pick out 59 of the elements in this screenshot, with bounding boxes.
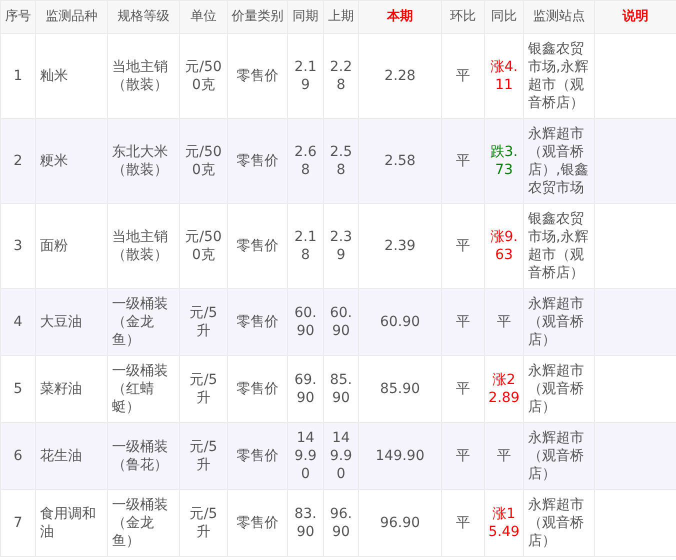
column-header: 序号 bbox=[0, 0, 36, 34]
table-cell: 83.90 bbox=[288, 490, 324, 556]
table-cell: 3 bbox=[0, 204, 36, 288]
table-cell: 跌3.73 bbox=[484, 118, 524, 204]
column-header: 价量类别 bbox=[228, 0, 288, 34]
table-cell: 涨15.49 bbox=[484, 490, 524, 556]
table-cell: 96.90 bbox=[358, 490, 442, 556]
column-header: 上期 bbox=[324, 0, 358, 34]
table-cell: 2.58 bbox=[324, 118, 358, 204]
table-cell: 花生油 bbox=[36, 422, 108, 490]
table-cell: 食用调和油 bbox=[36, 490, 108, 556]
table-cell: 平 bbox=[442, 422, 484, 490]
table-cell: 元/5升 bbox=[180, 490, 228, 556]
column-header: 本期 bbox=[358, 0, 442, 34]
table-cell: 1 bbox=[0, 34, 36, 118]
table-cell: 96.90 bbox=[324, 490, 358, 556]
column-header: 同比 bbox=[484, 0, 524, 34]
table-cell: 149.90 bbox=[324, 422, 358, 490]
table-cell: 149.90 bbox=[358, 422, 442, 490]
table-cell: 4 bbox=[0, 288, 36, 356]
table-cell: 60.90 bbox=[358, 288, 442, 356]
column-header: 规格等级 bbox=[108, 0, 180, 34]
column-header: 环比 bbox=[442, 0, 484, 34]
table-cell: 平 bbox=[442, 118, 484, 204]
table-cell: 零售价 bbox=[228, 422, 288, 490]
table-cell: 平 bbox=[484, 422, 524, 490]
table-cell: 零售价 bbox=[228, 288, 288, 356]
column-header: 监测站点 bbox=[524, 0, 594, 34]
column-header: 单位 bbox=[180, 0, 228, 34]
table-cell: 5 bbox=[0, 356, 36, 422]
table-cell: 大豆油 bbox=[36, 288, 108, 356]
table-cell: 60.90 bbox=[288, 288, 324, 356]
table-cell: 永辉超市（观音桥店）,银鑫农贸市场 bbox=[524, 118, 594, 204]
table-cell: 永辉超市（观音桥店） bbox=[524, 288, 594, 356]
table-cell: 一级桶装（鲁花） bbox=[108, 422, 180, 490]
table-cell: 零售价 bbox=[228, 118, 288, 204]
column-header: 同期 bbox=[288, 0, 324, 34]
table-cell: 平 bbox=[442, 490, 484, 556]
table-cell: 2.68 bbox=[288, 118, 324, 204]
column-header: 监测品种 bbox=[36, 0, 108, 34]
table-cell: 元/500克 bbox=[180, 118, 228, 204]
table-cell: 平 bbox=[484, 288, 524, 356]
table-cell: 元/5升 bbox=[180, 288, 228, 356]
table-cell: 平 bbox=[442, 288, 484, 356]
table-cell: 元/5升 bbox=[180, 422, 228, 490]
table-cell: 粳米 bbox=[36, 118, 108, 204]
table-cell: 东北大米（散装） bbox=[108, 118, 180, 204]
table-cell: 6 bbox=[0, 422, 36, 490]
table-cell: 永辉超市（观音桥店） bbox=[524, 490, 594, 556]
table-cell: 149.90 bbox=[288, 422, 324, 490]
table-cell: 2 bbox=[0, 118, 36, 204]
table-cell: 7 bbox=[0, 490, 36, 556]
table-cell: 永辉超市（观音桥店） bbox=[524, 422, 594, 490]
column-header: 说明 bbox=[594, 0, 676, 34]
table-cell: 一级桶装（金龙鱼） bbox=[108, 288, 180, 356]
table-cell: 一级桶装（金龙鱼） bbox=[108, 490, 180, 556]
table-cell: 60.90 bbox=[324, 288, 358, 356]
table-cell: 零售价 bbox=[228, 490, 288, 556]
table-cell: 2.58 bbox=[358, 118, 442, 204]
